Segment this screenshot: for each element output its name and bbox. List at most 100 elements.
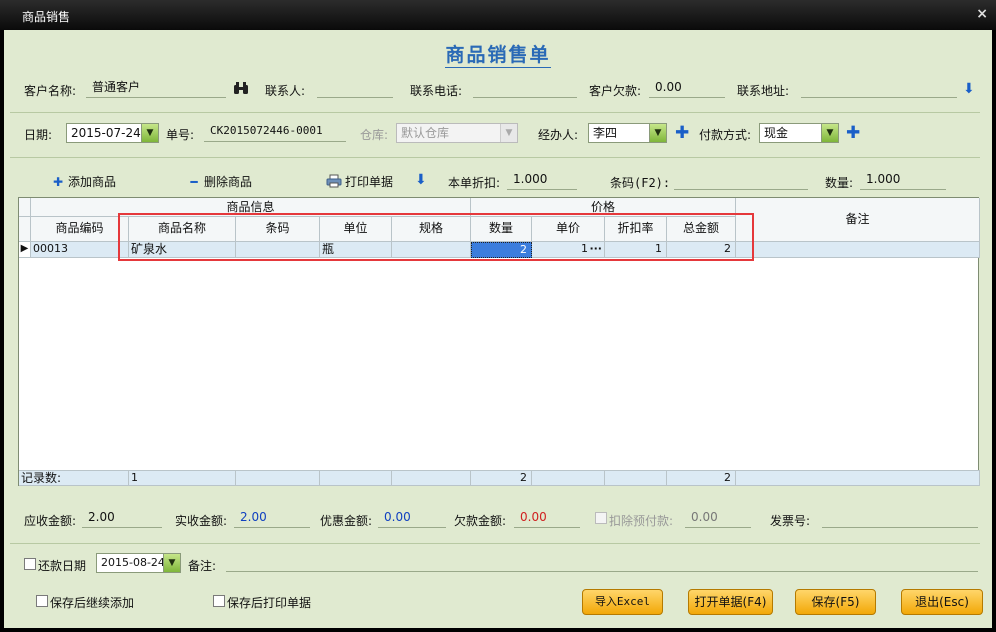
- close-icon[interactable]: ×: [976, 6, 988, 22]
- plus-icon: ✚: [52, 175, 64, 189]
- print-after-save-label: 保存后打印单据: [227, 596, 312, 610]
- order-number-field: CK2015072446-0001: [204, 122, 346, 142]
- column-header-remark[interactable]: 备注: [736, 198, 980, 242]
- footer-cell: [236, 470, 320, 486]
- date-picker[interactable]: 2015-07-24 ▼: [66, 123, 159, 143]
- column-header-unit[interactable]: 单位: [320, 217, 392, 242]
- minus-icon: ━: [190, 175, 198, 189]
- chevron-down-icon[interactable]: ▼: [141, 124, 158, 142]
- cell-remark[interactable]: [736, 242, 980, 258]
- exit-button[interactable]: 退出(Esc): [901, 589, 983, 615]
- chevron-down-icon[interactable]: ▼: [163, 554, 180, 572]
- footer-quantity-sum: 2: [471, 470, 532, 486]
- row-indicator-header: [19, 217, 31, 242]
- received-label: 实收金额:: [175, 514, 228, 528]
- footer-label: 记录数:: [19, 470, 129, 486]
- cell-discount[interactable]: 1: [605, 242, 667, 258]
- invoice-field[interactable]: [822, 508, 978, 528]
- group-header-price: 价格: [471, 198, 736, 217]
- quantity-label: 数量:: [825, 176, 854, 190]
- phone-label: 联系电话:: [410, 84, 463, 98]
- footer-cell: [392, 470, 471, 486]
- divider: [10, 112, 980, 113]
- printer-icon: [326, 174, 342, 188]
- repay-date-label: 还款日期: [38, 559, 87, 573]
- footer-cell: [320, 470, 392, 486]
- cell-total[interactable]: 2: [667, 242, 736, 258]
- address-field[interactable]: [801, 78, 957, 98]
- column-header-name[interactable]: 商品名称: [129, 217, 236, 242]
- repay-date-checkbox[interactable]: [24, 558, 36, 570]
- chevron-down-icon[interactable]: ▼: [649, 124, 666, 142]
- binoculars-icon[interactable]: [233, 81, 249, 95]
- save-button[interactable]: 保存(F5): [795, 589, 876, 615]
- footer-total-sum: 2: [667, 470, 736, 486]
- contact-field[interactable]: [317, 78, 393, 98]
- import-excel-button[interactable]: 导入Excel: [582, 589, 663, 615]
- discount-amount-label: 优惠金额:: [320, 514, 373, 528]
- remark-field[interactable]: [226, 552, 978, 572]
- customer-name-field[interactable]: 普通客户: [86, 78, 226, 98]
- quantity-field[interactable]: 1.000: [860, 170, 946, 190]
- title-bar: 商品销售 ×: [0, 0, 996, 30]
- export-arrow-icon[interactable]: ⬇: [415, 172, 427, 188]
- handler-label: 经办人:: [538, 128, 579, 142]
- cell-price[interactable]: 1 ···: [532, 242, 605, 258]
- prepaid-label: 扣除预付款:: [609, 514, 674, 528]
- delete-product-button[interactable]: ━ 删除商品: [186, 173, 252, 190]
- ellipsis-icon[interactable]: ···: [589, 242, 602, 256]
- repay-date-picker[interactable]: 2015-08-24 ▼: [96, 553, 181, 573]
- address-label: 联系地址:: [737, 84, 790, 98]
- sales-form: 商品销售单 客户名称: 普通客户 联系人: 联系电话: 客户欠款: 0.00 联…: [4, 30, 992, 628]
- cell-name[interactable]: 矿泉水: [129, 242, 236, 258]
- page-title: 商品销售单: [445, 44, 551, 68]
- add-handler-icon[interactable]: ✚: [675, 125, 689, 142]
- continue-add-checkbox[interactable]: [36, 595, 48, 607]
- add-product-button[interactable]: ✚ 添加商品: [50, 173, 116, 190]
- payment-select[interactable]: 现金 ▼: [759, 123, 839, 143]
- receivable-field: 2.00: [82, 508, 162, 528]
- column-header-quantity[interactable]: 数量: [471, 217, 532, 242]
- customer-debt-label: 客户欠款:: [589, 84, 642, 98]
- discount-amount-field[interactable]: 0.00: [378, 508, 446, 528]
- column-header-total[interactable]: 总金额: [667, 217, 736, 242]
- received-field[interactable]: 2.00: [234, 508, 310, 528]
- handler-select[interactable]: 李四 ▼: [588, 123, 667, 143]
- column-header-barcode[interactable]: 条码: [236, 217, 320, 242]
- footer-cell: [532, 470, 605, 486]
- current-row-icon: ▶: [19, 242, 31, 258]
- chevron-down-icon[interactable]: ▼: [821, 124, 838, 142]
- footer-cell: [605, 470, 667, 486]
- discount-field[interactable]: 1.000: [507, 170, 577, 190]
- cell-barcode[interactable]: [236, 242, 320, 258]
- barcode-field[interactable]: [674, 170, 808, 190]
- order-number-label: 单号:: [166, 128, 195, 142]
- group-header-info: 商品信息: [31, 198, 471, 217]
- column-header-spec[interactable]: 规格: [392, 217, 471, 242]
- phone-field[interactable]: [473, 78, 577, 98]
- owed-field: 0.00: [514, 508, 580, 528]
- warehouse-label: 仓库:: [360, 128, 389, 142]
- add-payment-icon[interactable]: ✚: [846, 125, 860, 142]
- remark-label: 备注:: [188, 559, 217, 573]
- print-after-save-checkbox[interactable]: [213, 595, 225, 607]
- column-header-discount[interactable]: 折扣率: [605, 217, 667, 242]
- divider: [10, 157, 980, 158]
- column-header-code[interactable]: 商品编码: [31, 217, 129, 242]
- chevron-down-icon: ▼: [500, 124, 517, 142]
- expand-arrow-icon[interactable]: ⬇: [963, 81, 975, 97]
- product-grid[interactable]: 商品信息 价格 备注 商品编码 商品名称 条码 单位 规格 数量 单价 折扣率 …: [18, 197, 980, 486]
- continue-add-label: 保存后继续添加: [50, 596, 135, 610]
- cell-unit[interactable]: 瓶: [320, 242, 392, 258]
- discount-label: 本单折扣:: [448, 176, 501, 190]
- footer-cell: [736, 470, 980, 486]
- open-document-button[interactable]: 打开单据(F4): [688, 589, 773, 615]
- print-button[interactable]: 打印单据: [326, 173, 393, 190]
- column-header-price[interactable]: 单价: [532, 217, 605, 242]
- cell-quantity[interactable]: 2: [471, 242, 532, 258]
- owed-label: 欠款金额:: [454, 514, 507, 528]
- cell-code[interactable]: 00013: [31, 242, 129, 258]
- date-label: 日期:: [24, 128, 53, 142]
- cell-spec[interactable]: [392, 242, 471, 258]
- warehouse-select: 默认仓库 ▼: [396, 123, 518, 143]
